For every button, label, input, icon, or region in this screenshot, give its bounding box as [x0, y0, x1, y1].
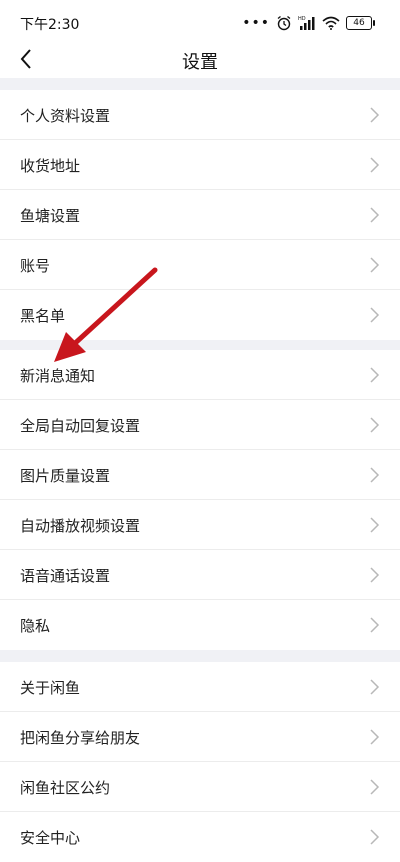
settings-item-label: 图片质量设置 — [20, 467, 111, 485]
svg-text:HD: HD — [298, 16, 306, 22]
settings-item-account[interactable]: 账号 — [0, 240, 400, 290]
chevron-right-icon — [370, 207, 380, 223]
nav-bar: 设置 — [0, 44, 400, 78]
settings-section-general: 新消息通知 全局自动回复设置 图片质量设置 自动播放视频设置 语音通话设置 隐私 — [0, 350, 400, 650]
settings-item-label: 安全中心 — [20, 829, 81, 847]
settings-item-privacy[interactable]: 隐私 — [0, 600, 400, 650]
chevron-right-icon — [370, 729, 380, 745]
settings-item-share[interactable]: 把闲鱼分享给朋友 — [0, 712, 400, 762]
settings-item-security-center[interactable]: 安全中心 — [0, 812, 400, 862]
wifi-icon — [322, 16, 340, 30]
status-bar: 下午2:30 ••• HD 46 — [0, 0, 400, 44]
settings-item-community-rules[interactable]: 闲鱼社区公约 — [0, 762, 400, 812]
settings-item-notifications[interactable]: 新消息通知 — [0, 350, 400, 400]
settings-item-label: 自动播放视频设置 — [20, 517, 141, 535]
chevron-right-icon — [370, 567, 380, 583]
settings-section-about: 关于闲鱼 把闲鱼分享给朋友 闲鱼社区公约 安全中心 — [0, 662, 400, 862]
settings-item-label: 语音通话设置 — [20, 567, 111, 585]
chevron-right-icon — [370, 157, 380, 173]
settings-item-label: 账号 — [20, 257, 51, 275]
settings-item-about[interactable]: 关于闲鱼 — [0, 662, 400, 712]
settings-item-image-quality[interactable]: 图片质量设置 — [0, 450, 400, 500]
more-dots-icon: ••• — [242, 15, 270, 31]
chevron-right-icon — [370, 107, 380, 123]
settings-item-voice-call[interactable]: 语音通话设置 — [0, 550, 400, 600]
settings-item-label: 关于闲鱼 — [20, 679, 81, 697]
settings-item-address[interactable]: 收货地址 — [0, 140, 400, 190]
settings-item-profile[interactable]: 个人资料设置 — [0, 90, 400, 140]
settings-item-label: 闲鱼社区公约 — [20, 779, 111, 797]
section-divider — [0, 650, 400, 662]
chevron-right-icon — [370, 367, 380, 383]
battery-icon: 46 — [346, 16, 375, 30]
chevron-right-icon — [370, 257, 380, 273]
settings-item-auto-reply[interactable]: 全局自动回复设置 — [0, 400, 400, 450]
section-divider — [0, 340, 400, 350]
settings-item-label: 把闲鱼分享给朋友 — [20, 729, 141, 747]
settings-item-label: 新消息通知 — [20, 367, 96, 385]
settings-item-label: 黑名单 — [20, 307, 66, 325]
settings-item-blacklist[interactable]: 黑名单 — [0, 290, 400, 340]
page-title: 设置 — [182, 52, 218, 73]
alarm-icon — [277, 15, 291, 31]
settings-item-label: 全局自动回复设置 — [20, 417, 141, 435]
chevron-right-icon — [370, 617, 380, 633]
settings-item-label: 收货地址 — [20, 157, 81, 175]
settings-item-label: 鱼塘设置 — [20, 207, 81, 225]
settings-item-pond[interactable]: 鱼塘设置 — [0, 190, 400, 240]
chevron-right-icon — [370, 679, 380, 695]
settings-item-label: 个人资料设置 — [20, 107, 111, 125]
status-time: 下午2:30 — [20, 17, 80, 33]
chevron-right-icon — [370, 307, 380, 323]
settings-item-label: 隐私 — [20, 617, 51, 635]
chevron-right-icon — [370, 829, 380, 845]
status-icons: ••• HD 46 — [242, 13, 375, 33]
signal-icon: HD — [298, 16, 315, 30]
chevron-right-icon — [370, 517, 380, 533]
chevron-right-icon — [370, 467, 380, 483]
settings-section-account: 个人资料设置 收货地址 鱼塘设置 账号 黑名单 — [0, 90, 400, 340]
chevron-right-icon — [370, 417, 380, 433]
section-divider — [0, 78, 400, 90]
chevron-right-icon — [370, 779, 380, 795]
settings-item-autoplay-video[interactable]: 自动播放视频设置 — [0, 500, 400, 550]
